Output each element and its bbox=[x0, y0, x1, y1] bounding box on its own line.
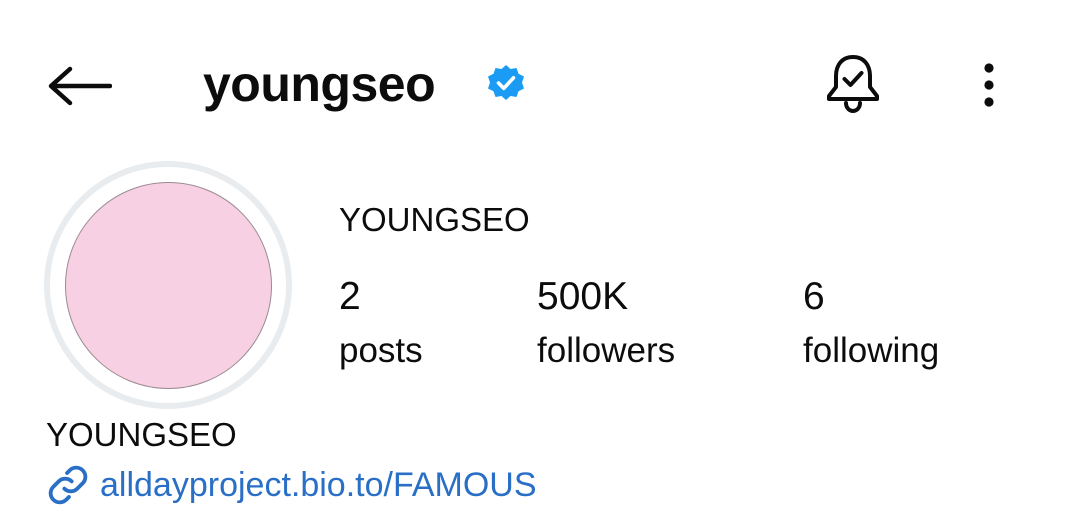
bell-check-icon bbox=[827, 55, 879, 114]
followers-label: followers bbox=[537, 331, 676, 370]
profile-username: youngseo bbox=[203, 56, 436, 112]
back-button[interactable] bbox=[44, 58, 114, 114]
notifications-button[interactable] bbox=[820, 50, 886, 116]
avatar-ring bbox=[44, 161, 292, 409]
followers-count: 500K bbox=[537, 275, 629, 318]
bio-link[interactable]: alldayproject.bio.to/FAMOUS bbox=[46, 462, 537, 508]
verified-badge-icon bbox=[488, 65, 524, 100]
profile-display-name: YOUNGSEO bbox=[339, 201, 530, 238]
following-label: following bbox=[803, 331, 940, 370]
followers-stat[interactable]: 500K followers bbox=[537, 274, 675, 374]
link-icon bbox=[46, 463, 90, 507]
posts-label: posts bbox=[339, 331, 423, 370]
avatar-gap bbox=[50, 167, 286, 403]
bio-name: YOUNGSEO bbox=[46, 416, 237, 453]
arrow-left-icon bbox=[48, 66, 112, 106]
avatar[interactable] bbox=[64, 181, 272, 389]
following-stat[interactable]: 6 following bbox=[803, 274, 939, 374]
posts-count: 2 bbox=[339, 275, 361, 318]
more-options-button[interactable] bbox=[966, 55, 1012, 115]
more-vertical-icon bbox=[984, 63, 994, 107]
following-count: 6 bbox=[803, 275, 825, 318]
posts-stat[interactable]: 2 posts bbox=[339, 274, 423, 374]
profile-header: youngseo bbox=[0, 0, 1080, 170]
bio-link-text: alldayproject.bio.to/FAMOUS bbox=[100, 466, 537, 504]
